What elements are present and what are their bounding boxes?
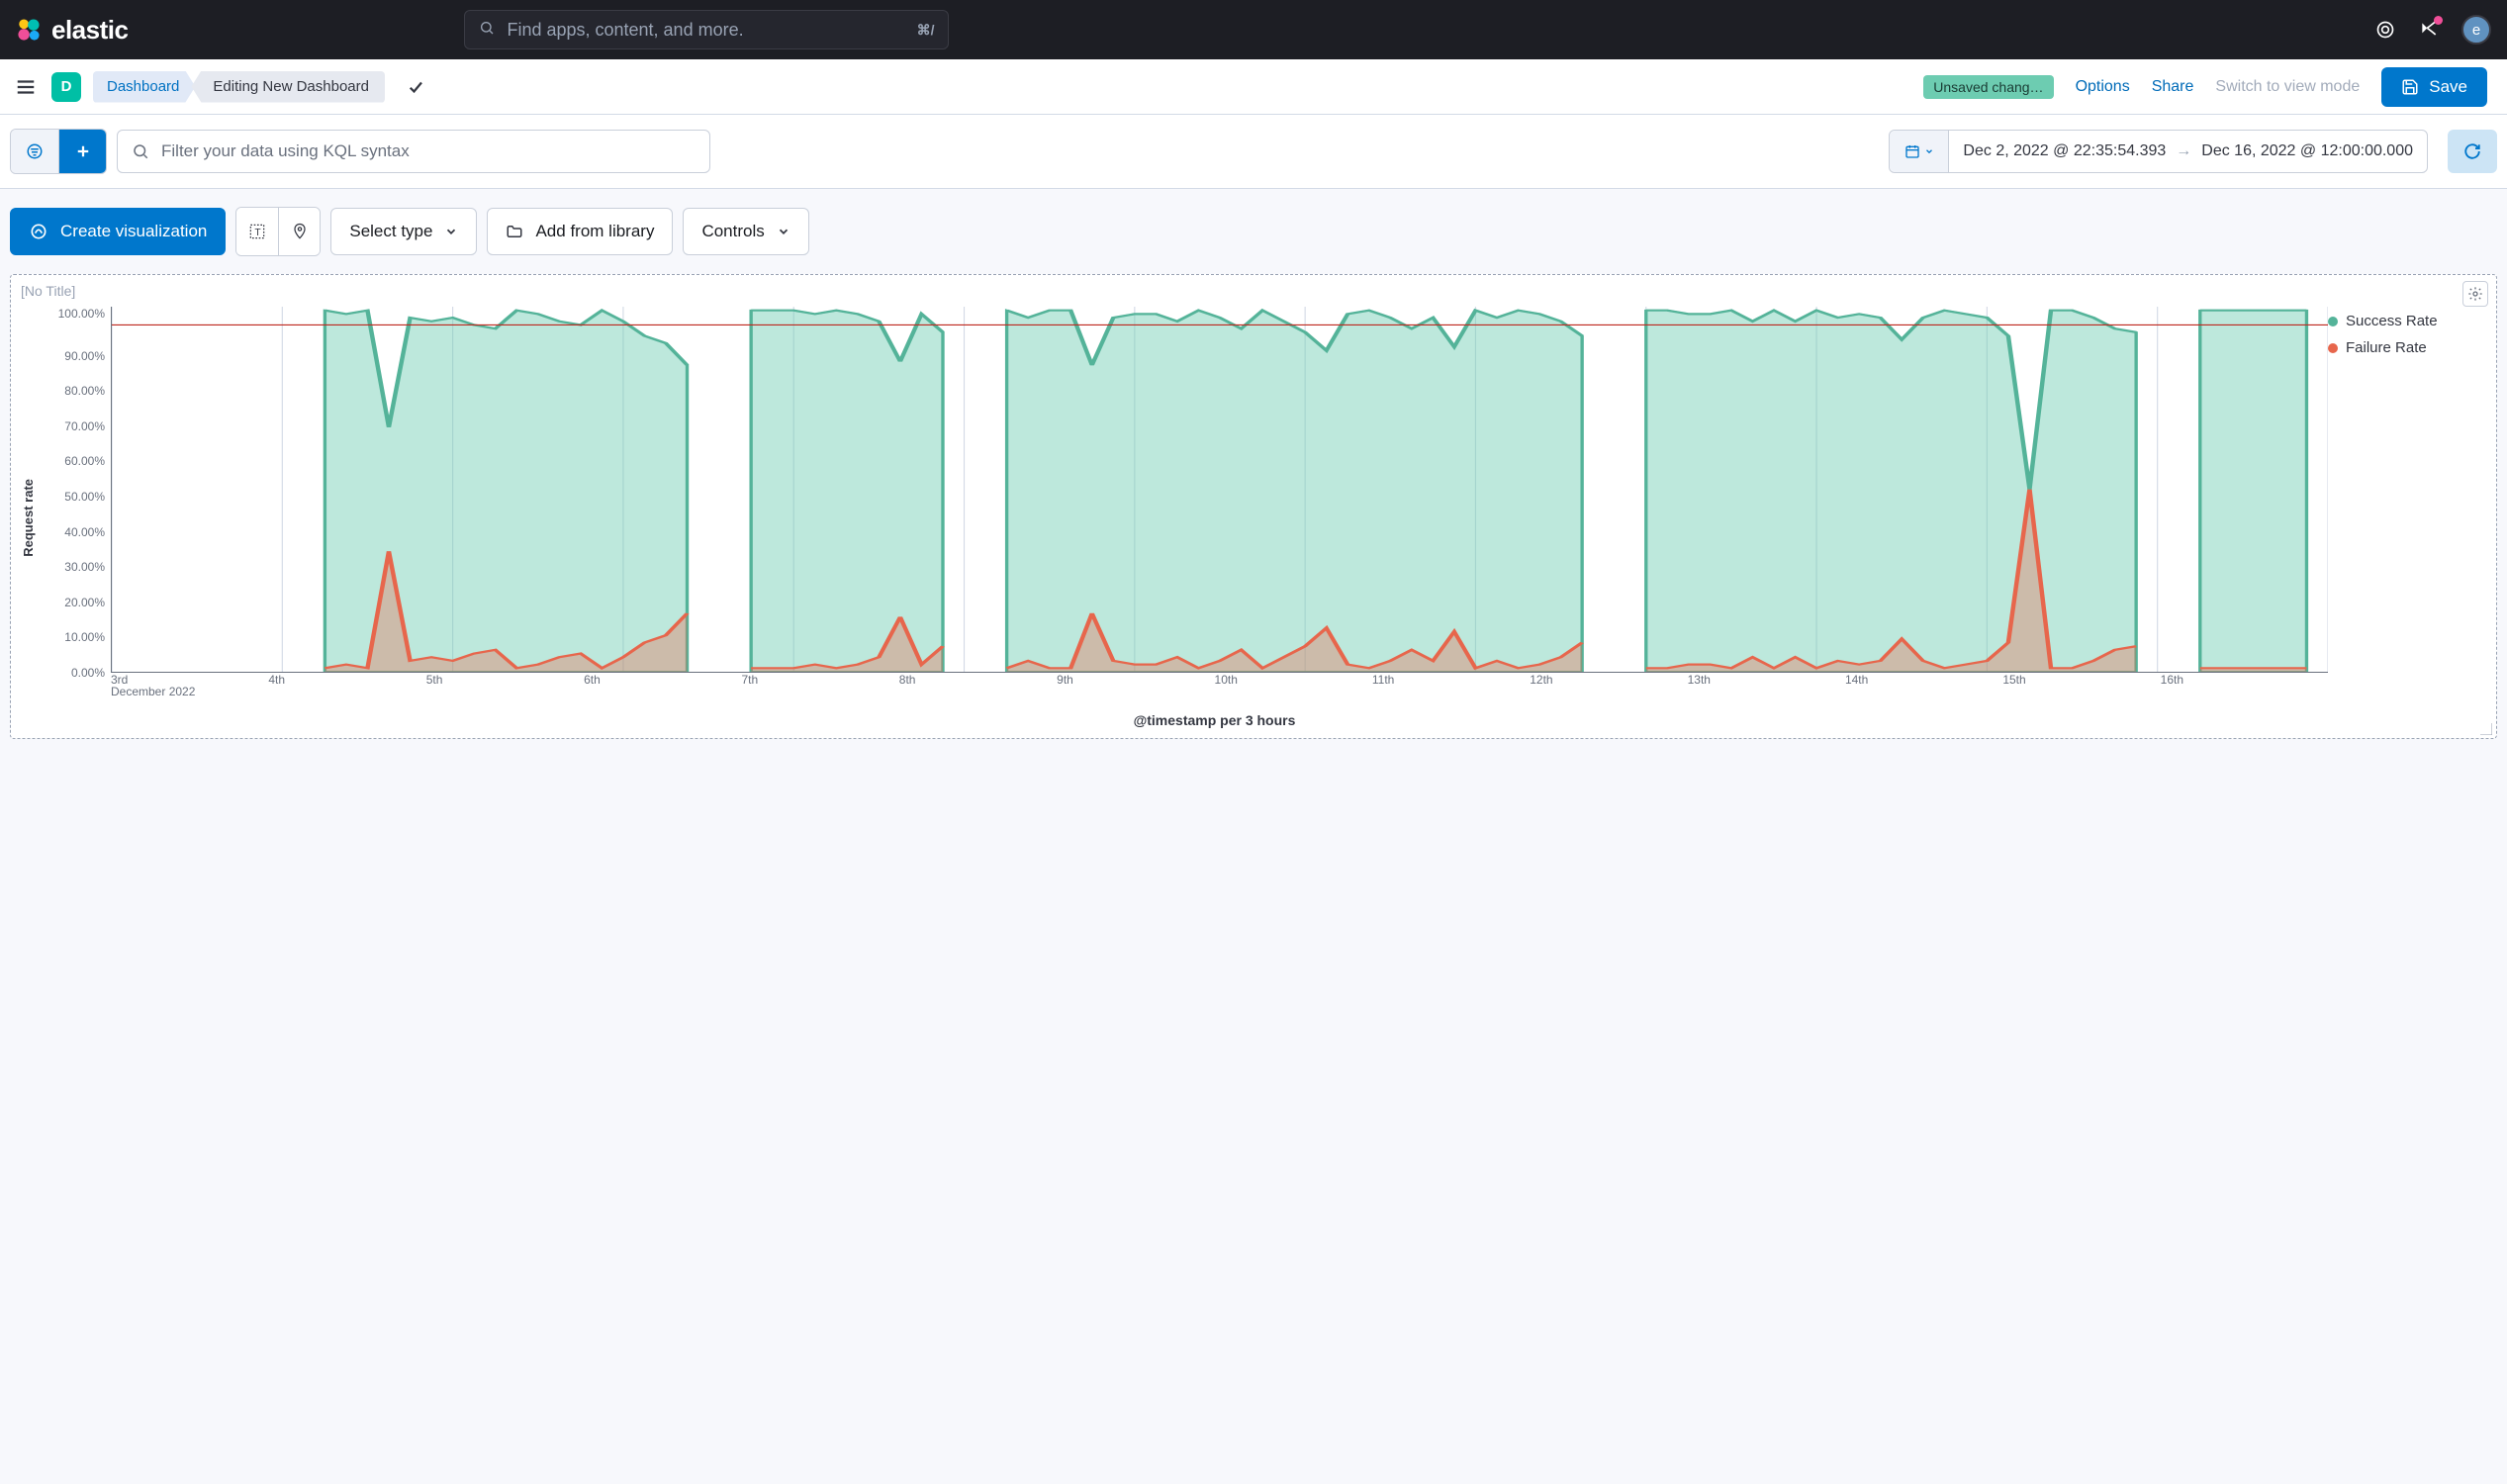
chevron-down-icon bbox=[1924, 146, 1934, 156]
legend-item-failure[interactable]: Failure Rate bbox=[2328, 339, 2486, 356]
folder-icon bbox=[506, 223, 523, 240]
calendar-icon bbox=[1904, 143, 1920, 159]
breadcrumb-current: Editing New Dashboard bbox=[191, 71, 385, 103]
marker-icon bbox=[290, 222, 310, 241]
nav-toggle-icon[interactable] bbox=[12, 73, 40, 101]
brand-logo[interactable]: elastic bbox=[16, 15, 128, 46]
chevron-down-icon bbox=[777, 225, 790, 238]
text-icon: T bbox=[247, 222, 267, 241]
lens-icon bbox=[29, 222, 48, 241]
visualization-panel[interactable]: [No Title] Request rate 100.00%90.00%80.… bbox=[10, 274, 2497, 739]
panel-title: [No Title] bbox=[11, 275, 2496, 307]
view-mode-button: Switch to view mode bbox=[2215, 78, 2360, 96]
select-type-button[interactable]: Select type bbox=[330, 208, 477, 255]
time-range-display[interactable]: Dec 2, 2022 @ 22:35:54.393 → Dec 16, 202… bbox=[1949, 142, 2427, 160]
breadcrumb-dashboard[interactable]: Dashboard bbox=[93, 71, 195, 103]
refresh-icon bbox=[2463, 142, 2481, 160]
global-search-input[interactable] bbox=[507, 20, 904, 41]
legend-item-success[interactable]: Success Rate bbox=[2328, 313, 2486, 329]
help-icon[interactable] bbox=[2374, 19, 2396, 41]
date-picker-button[interactable] bbox=[1890, 131, 1949, 172]
add-from-library-button[interactable]: Add from library bbox=[487, 208, 673, 255]
query-bar: Dec 2, 2022 @ 22:35:54.393 → Dec 16, 202… bbox=[0, 115, 2507, 189]
chevron-down-icon bbox=[444, 225, 458, 238]
time-start: Dec 2, 2022 @ 22:35:54.393 bbox=[1963, 142, 2166, 160]
legend-dot-icon bbox=[2328, 343, 2338, 353]
save-button[interactable]: Save bbox=[2381, 67, 2487, 107]
chart-legend: Success Rate Failure Rate bbox=[2328, 307, 2486, 673]
breadcrumb: Dashboard Editing New Dashboard bbox=[93, 71, 385, 103]
options-button[interactable]: Options bbox=[2076, 78, 2130, 96]
filter-toggle-group bbox=[10, 129, 107, 174]
search-shortcut-hint: ⌘/ bbox=[917, 22, 935, 39]
chart-plot-area[interactable] bbox=[111, 307, 2328, 673]
share-button[interactable]: Share bbox=[2152, 78, 2194, 96]
x-axis-label: @timestamp per 3 hours bbox=[111, 712, 2318, 728]
controls-button[interactable]: Controls bbox=[683, 208, 808, 255]
global-search[interactable]: ⌘/ bbox=[464, 10, 949, 49]
newsfeed-icon[interactable] bbox=[2418, 19, 2440, 41]
filter-icon bbox=[26, 142, 44, 160]
breadcrumb-check-icon[interactable] bbox=[407, 78, 424, 96]
search-icon bbox=[479, 20, 495, 41]
panel-options-button[interactable] bbox=[2462, 281, 2488, 307]
y-axis-ticks: 100.00%90.00%80.00%70.00%60.00%50.00%40.… bbox=[49, 307, 111, 673]
gear-icon bbox=[2467, 286, 2483, 302]
app-bar: D Dashboard Editing New Dashboard Unsave… bbox=[0, 59, 2507, 115]
y-axis-label: Request rate bbox=[21, 479, 36, 557]
kql-input[interactable] bbox=[161, 141, 696, 161]
saved-query-button[interactable] bbox=[11, 130, 58, 173]
brand-text: elastic bbox=[51, 15, 128, 46]
arrow-right-icon: → bbox=[2176, 142, 2191, 160]
unsaved-badge: Unsaved chang… bbox=[1923, 75, 2053, 99]
refresh-button[interactable] bbox=[2448, 130, 2497, 173]
user-avatar[interactable]: e bbox=[2461, 15, 2491, 45]
elastic-logo-icon bbox=[16, 17, 42, 43]
time-end: Dec 16, 2022 @ 12:00:00.000 bbox=[2201, 142, 2413, 160]
kql-query-box[interactable] bbox=[117, 130, 710, 173]
save-icon bbox=[2401, 78, 2419, 96]
x-axis-sublabel: December 2022 bbox=[111, 685, 2486, 698]
time-picker[interactable]: Dec 2, 2022 @ 22:35:54.393 → Dec 16, 202… bbox=[1889, 130, 2428, 173]
plus-icon bbox=[74, 142, 92, 160]
svg-text:T: T bbox=[255, 228, 261, 238]
panel-resize-handle[interactable] bbox=[2480, 722, 2492, 734]
legend-dot-icon bbox=[2328, 317, 2338, 326]
dashboard-canvas: [No Title] Request rate 100.00%90.00%80.… bbox=[0, 274, 2507, 1484]
quick-add-group: T bbox=[235, 207, 321, 256]
search-icon bbox=[132, 142, 149, 160]
add-filter-button[interactable] bbox=[58, 130, 106, 173]
add-text-button[interactable]: T bbox=[236, 208, 278, 255]
add-image-button[interactable] bbox=[278, 208, 320, 255]
space-selector[interactable]: D bbox=[51, 72, 81, 102]
dashboard-toolbar: Create visualization T Select type Add f… bbox=[0, 189, 2507, 274]
global-header: elastic ⌘/ e bbox=[0, 0, 2507, 59]
create-visualization-button[interactable]: Create visualization bbox=[10, 208, 226, 255]
